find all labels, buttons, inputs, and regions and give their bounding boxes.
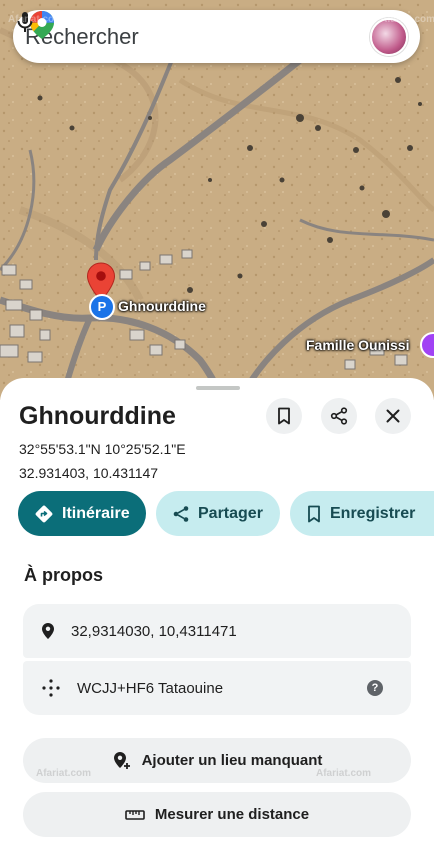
close-icon [386,409,400,423]
ruler-icon [125,809,145,820]
place-details-sheet: Ghnourddine 32°55'53.1"N 10°25'52.1"E 32… [0,378,434,847]
decimal-coordinates: 32.931403, 10.431147 [19,465,159,481]
location-pin-icon [42,623,54,639]
save-label: Enregistrer [330,504,416,522]
bookmark-icon [278,407,290,425]
save-button[interactable]: Enregistrer [290,491,434,536]
map-view[interactable]: P Ghnourddine Famille Ounissi Rechercher [0,0,434,400]
share-icon [330,407,348,425]
search-bar[interactable]: Rechercher [13,10,420,63]
directions-button[interactable]: Itinéraire [18,491,146,536]
add-location-icon [113,751,130,769]
coordinates-value: 32,9314030, 10,4311471 [71,622,237,640]
add-missing-place-label: Ajouter un lieu manquant [141,752,323,769]
plus-code-value: WCJJ+HF6 Tataouine [77,679,224,697]
share-label: Partager [198,504,263,522]
watermark: Afariat.com [316,768,372,779]
search-input[interactable]: Rechercher [25,24,370,50]
close-button[interactable] [375,398,411,434]
place-title: Ghnourddine [19,402,176,430]
watermark: Afariat.com [36,768,92,779]
help-icon[interactable]: ? [367,680,383,696]
map-place-label[interactable]: Ghnourddine [118,298,206,314]
share-icon-button[interactable] [321,398,357,434]
bookmark-button[interactable] [266,398,302,434]
directions-icon [35,505,53,522]
plus-code-row[interactable]: WCJJ+HF6 Tataouine ? [23,661,411,715]
measure-distance-label: Mesurer une distance [154,806,310,823]
share-button[interactable]: Partager [156,491,280,536]
sheet-drag-handle[interactable] [196,386,240,390]
map-poi-label[interactable]: Famille Ounissi [306,337,409,353]
bookmark-icon [308,505,320,522]
measure-distance-button[interactable]: Mesurer une distance [23,792,411,837]
parking-marker-icon[interactable]: P [89,294,115,320]
watermark: Afariat.com [380,14,434,25]
dms-coordinates: 32°55'53.1"N 10°25'52.1"E [19,441,186,457]
plus-code-icon [42,679,60,697]
about-heading: À propos [24,565,103,585]
directions-label: Itinéraire [62,504,130,522]
watermark: Afariat.com [8,14,64,25]
share-icon [173,505,189,522]
coordinates-row[interactable]: 32,9314030, 10,4311471 [23,604,411,658]
